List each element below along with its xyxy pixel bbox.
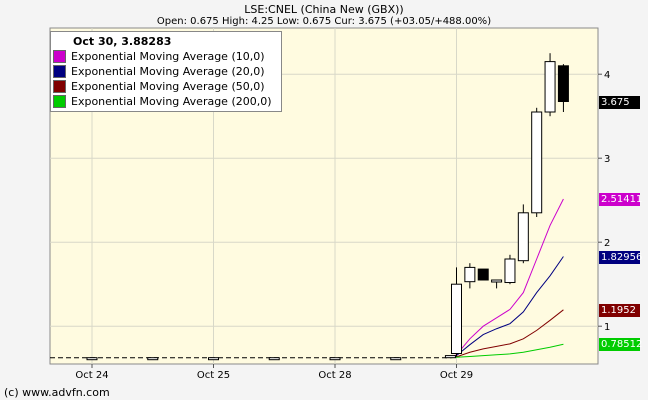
y-tick-label-1: 2 — [604, 238, 610, 249]
ema-20-value-label: 1.82956 — [599, 250, 643, 264]
legend-item-ema-200[interactable]: Exponential Moving Average (200,0) — [53, 94, 281, 109]
legend-header: Oct 30, 3.88283 — [73, 35, 172, 48]
ema-10-value-label: 2.51411 — [599, 193, 643, 206]
candle-body-1 — [147, 357, 159, 361]
legend: Oct 30, 3.88283 Exponential Moving Avera… — [50, 31, 282, 112]
candle-2 — [208, 357, 219, 361]
candle-14 — [544, 53, 556, 117]
candle-9 — [477, 268, 489, 281]
candle-1 — [147, 357, 159, 361]
legend-item-ema-10[interactable]: Exponential Moving Average (10,0) — [53, 49, 281, 64]
legend-label-ema-20: Exponential Moving Average (20,0) — [71, 65, 265, 78]
candle-5 — [390, 357, 402, 361]
candle-body-14 — [544, 61, 556, 113]
legend-item-ema-20[interactable]: Exponential Moving Average (20,0) — [53, 64, 281, 79]
candle-body-5 — [390, 357, 402, 361]
legend-label-ema-50: Exponential Moving Average (50,0) — [71, 80, 265, 93]
candle-body-7 — [451, 283, 462, 355]
candle-13 — [531, 107, 543, 217]
candle-body-3 — [268, 357, 280, 361]
y-tick-label-0: 1 — [604, 322, 610, 333]
y-tick-label-2: 3 — [604, 154, 610, 165]
current-price-label: 3.675 — [599, 95, 640, 109]
candle-body-2 — [208, 357, 219, 361]
candle-0 — [86, 357, 98, 361]
legend-swatch-ema-10 — [53, 50, 66, 63]
x-tick-label-3: Oct 29 — [440, 370, 473, 381]
candle-body-12 — [517, 212, 529, 262]
candle-body-11 — [504, 258, 516, 284]
candle-3 — [268, 357, 280, 361]
candle-body-9 — [477, 268, 489, 281]
candle-12 — [517, 204, 529, 264]
legend-swatch-ema-50 — [53, 80, 66, 93]
candle-body-13 — [531, 111, 543, 214]
legend-swatch-ema-200 — [53, 95, 66, 108]
candle-4 — [329, 357, 341, 361]
candle-11 — [504, 254, 516, 285]
candle-body-15 — [557, 65, 569, 103]
x-tick-label-0: Oct 24 — [75, 370, 108, 381]
legend-swatch-ema-20 — [53, 65, 66, 78]
y-tick-label-3: 4 — [604, 70, 610, 81]
ema-200-value-label: 0.78512 — [599, 338, 643, 352]
candle-body-10 — [491, 279, 503, 283]
legend-label-ema-10: Exponential Moving Average (10,0) — [71, 50, 265, 63]
candle-6 — [444, 355, 456, 359]
candle-body-0 — [86, 357, 98, 361]
x-tick-label-1: Oct 25 — [197, 370, 230, 381]
x-axis: Oct 24 Oct 25 Oct 28 Oct 29 — [75, 364, 473, 381]
legend-item-ema-50[interactable]: Exponential Moving Average (50,0) — [53, 79, 281, 94]
copyright-text: (c) www.advfn.com — [4, 386, 110, 399]
x-tick-label-2: Oct 28 — [318, 370, 351, 381]
candle-body-8 — [464, 266, 476, 283]
ema-50-value-label: 1.1952 — [599, 303, 640, 317]
candle-body-6 — [444, 355, 456, 359]
candle-body-4 — [329, 357, 341, 361]
legend-label-ema-200: Exponential Moving Average (200,0) — [71, 95, 272, 108]
